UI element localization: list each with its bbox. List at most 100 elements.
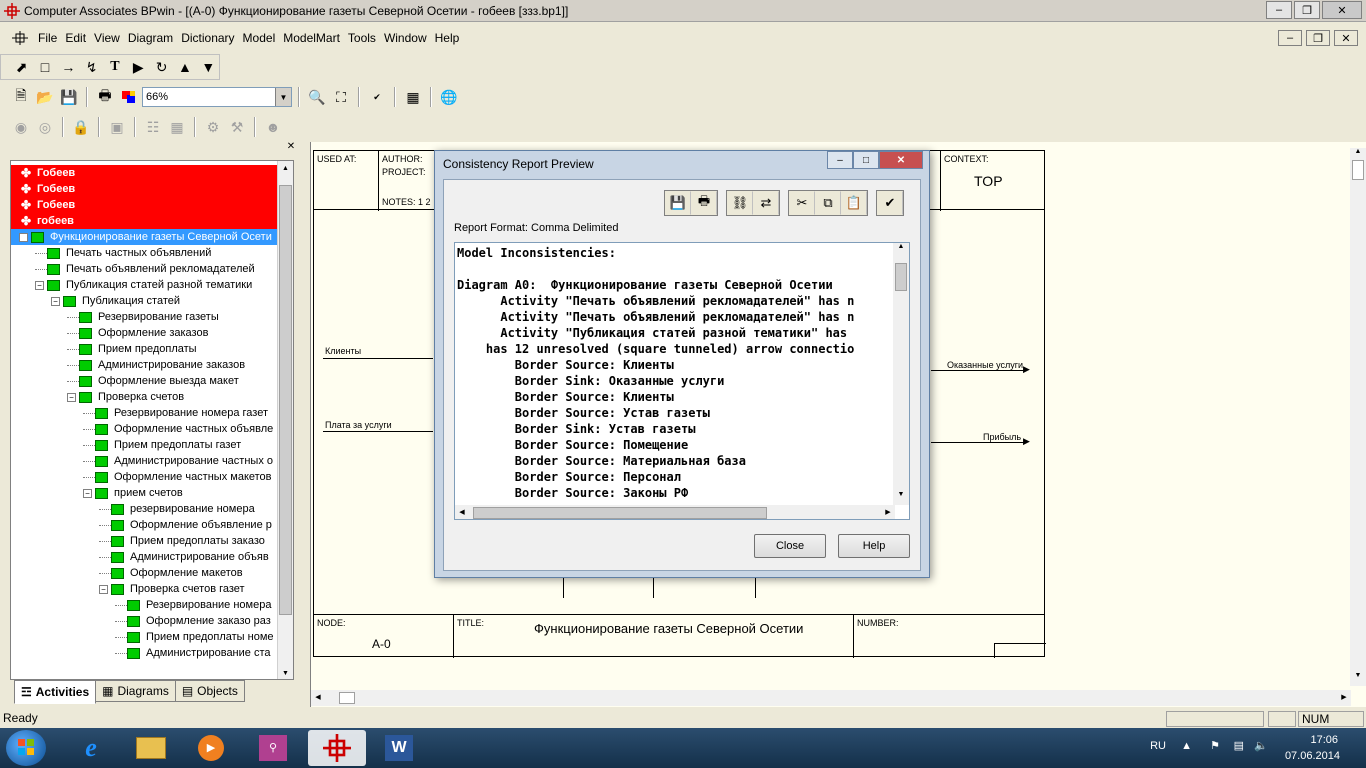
collapse-icon[interactable]: − xyxy=(35,280,44,290)
arrow-mechanism-2[interactable] xyxy=(653,578,654,598)
tree-item[interactable]: Оформление частных макетов xyxy=(83,469,272,485)
tab-activities[interactable]: ☲ Activities xyxy=(14,680,97,704)
print-icon[interactable]: 🖶 xyxy=(94,86,116,108)
tree-item[interactable]: Прием предоплаты газет xyxy=(83,437,241,453)
tree-item[interactable]: − прием счетов xyxy=(83,485,183,501)
arrow-services[interactable] xyxy=(931,370,1027,371)
mdi-close-button[interactable]: ✕ xyxy=(1334,30,1358,46)
pointer-tool-icon[interactable]: ⬈ xyxy=(11,56,32,78)
close-icon[interactable]: ✕ xyxy=(284,142,298,154)
tree-item[interactable]: Оформление объявление р xyxy=(99,517,272,533)
find-icon[interactable]: ⛓ xyxy=(727,191,753,215)
clock-time[interactable]: 17:06 xyxy=(1310,734,1338,746)
restore-button[interactable]: ❐ xyxy=(1294,1,1320,19)
paste-icon[interactable]: 📋 xyxy=(841,191,867,215)
merge-icon[interactable]: ☷ xyxy=(142,116,164,138)
save-icon[interactable]: 💾 xyxy=(58,86,80,108)
language-indicator[interactable]: RU xyxy=(1150,740,1166,752)
tree-item-user[interactable]: ✤ Гобеев xyxy=(11,181,277,197)
go-down-icon[interactable]: ▼ xyxy=(198,56,219,78)
tree-item[interactable]: Резервирование номера газет xyxy=(83,405,268,421)
arrow-label-clients[interactable]: Клиенты xyxy=(325,346,361,356)
flag-icon[interactable]: ⚑ xyxy=(1210,739,1220,752)
box-tool-icon[interactable]: □ xyxy=(34,56,55,78)
start-button[interactable] xyxy=(6,730,46,766)
menu-edit[interactable]: Edit xyxy=(61,31,90,45)
report-text-area[interactable]: Border Source: Законы РФ Border Source: … xyxy=(454,242,910,520)
tree-item[interactable]: Оформление макетов xyxy=(99,565,243,581)
squiggle-tool-icon[interactable]: ↯ xyxy=(81,56,102,78)
users-icon[interactable]: ☻ xyxy=(262,116,284,138)
copy-icon[interactable]: ⧉ xyxy=(815,191,841,215)
tree-item-user[interactable]: ✤ гобеев xyxy=(11,213,277,229)
tree-item[interactable]: Оформление заказо раз xyxy=(115,613,271,629)
go-to-parent-icon[interactable]: ▲ xyxy=(174,56,195,78)
collapse-icon[interactable]: − xyxy=(51,296,60,306)
volume-icon[interactable]: 🔈 xyxy=(1254,739,1268,752)
media-player-icon[interactable]: ▶ xyxy=(182,730,240,766)
minimize-button[interactable]: – xyxy=(1266,1,1292,19)
model-explorer-icon[interactable]: ▦ xyxy=(402,86,424,108)
lock-icon[interactable]: 🔒 xyxy=(70,116,92,138)
print-icon[interactable]: 🖶 xyxy=(691,191,717,215)
mdi-restore-button[interactable]: ❐ xyxy=(1306,30,1330,46)
new-file-icon[interactable]: 🗎 xyxy=(10,86,32,108)
bpwin-taskbar-icon[interactable] xyxy=(308,730,366,766)
vertical-scrollbar[interactable]: ▲ ▼ xyxy=(277,161,293,679)
settings-icon[interactable]: ⚒ xyxy=(226,116,248,138)
arrow-mechanism-1[interactable] xyxy=(563,578,564,598)
disconnect-icon[interactable]: ◎ xyxy=(34,116,56,138)
arrow-tool-icon[interactable]: → xyxy=(58,56,79,78)
report-horizontal-scrollbar[interactable]: ◀ ▶ xyxy=(455,505,895,519)
dialog-close-button[interactable]: ✕ xyxy=(879,151,923,169)
collapse-icon[interactable]: − xyxy=(83,488,92,498)
tree-item[interactable]: Печать частных объявлений xyxy=(35,245,211,261)
tree-item[interactable]: − Проверка счетов xyxy=(67,389,184,405)
tree-item[interactable]: Прием предоплаты xyxy=(67,341,197,357)
security-icon[interactable]: ⚙ xyxy=(202,116,224,138)
tree-item[interactable]: Печать объявлений рекломадателей xyxy=(35,261,255,277)
internet-explorer-icon[interactable]: e xyxy=(62,730,120,766)
menu-tools[interactable]: Tools xyxy=(344,31,380,45)
report-vertical-scrollbar[interactable]: ▲ ▼ xyxy=(893,243,909,505)
chevron-down-icon[interactable]: ▼ xyxy=(275,88,291,106)
save-icon[interactable]: 💾 xyxy=(665,191,691,215)
diagram-vertical-scrollbar[interactable]: ▲ ▼ xyxy=(1350,148,1366,686)
tree-item-user[interactable]: ✤ Гобеев xyxy=(11,197,277,213)
tab-diagrams[interactable]: ▦ Diagrams xyxy=(95,680,176,702)
chevron-up-icon[interactable]: ▲ xyxy=(1181,740,1192,752)
tree-item[interactable]: − Публикация статей xyxy=(51,293,180,309)
arrow-label-profit[interactable]: Прибыль xyxy=(983,432,1021,442)
tree-item[interactable]: Прием предоплаты заказо xyxy=(99,533,265,549)
help-button[interactable]: Help xyxy=(838,534,910,558)
zoom-fit-icon[interactable]: ⛶ xyxy=(330,86,352,108)
tree-item[interactable]: Резервирование номера xyxy=(115,597,271,613)
menu-help[interactable]: Help xyxy=(431,31,464,45)
arrow-mechanism-3[interactable] xyxy=(755,578,756,598)
document-icon[interactable] xyxy=(12,31,28,45)
tree-item[interactable]: резервирование номера xyxy=(99,501,255,517)
connect-icon[interactable]: ◉ xyxy=(10,116,32,138)
tree-item[interactable]: Оформление частных объявле xyxy=(83,421,273,437)
collapse-icon[interactable]: − xyxy=(67,392,76,402)
zoom-icon[interactable]: 🔍 xyxy=(306,86,328,108)
close-dialog-button[interactable]: Close xyxy=(754,534,826,558)
dialog-maximize-button[interactable]: □ xyxy=(853,151,879,169)
tree-item[interactable]: Администрирование ста xyxy=(115,645,270,661)
grid-icon[interactable]: ▦ xyxy=(166,116,188,138)
tree-item[interactable]: Резервирование газеты xyxy=(67,309,219,325)
replace-icon[interactable]: ⇄ xyxy=(753,191,779,215)
tree-item[interactable]: Администрирование заказов xyxy=(67,357,245,373)
tree-item[interactable]: Прием предоплаты номе xyxy=(115,629,274,645)
arrow-label-payment[interactable]: Плата за услуги xyxy=(325,420,392,430)
diagram-horizontal-scrollbar[interactable]: ◀ ▶ xyxy=(311,690,1351,706)
zoom-select[interactable]: 66% ▼ xyxy=(142,87,292,107)
tree-item[interactable]: − Публикация статей разной тематики xyxy=(35,277,252,293)
tree-item[interactable]: − Проверка счетов газет xyxy=(99,581,245,597)
tab-objects[interactable]: ▤ Objects xyxy=(174,680,245,702)
network-icon[interactable]: ▤ xyxy=(1234,739,1244,752)
menu-view[interactable]: View xyxy=(90,31,124,45)
go-to-sibling-icon[interactable]: ↻ xyxy=(151,56,172,78)
menu-window[interactable]: Window xyxy=(380,31,431,45)
menu-dictionary[interactable]: Dictionary xyxy=(177,31,238,45)
